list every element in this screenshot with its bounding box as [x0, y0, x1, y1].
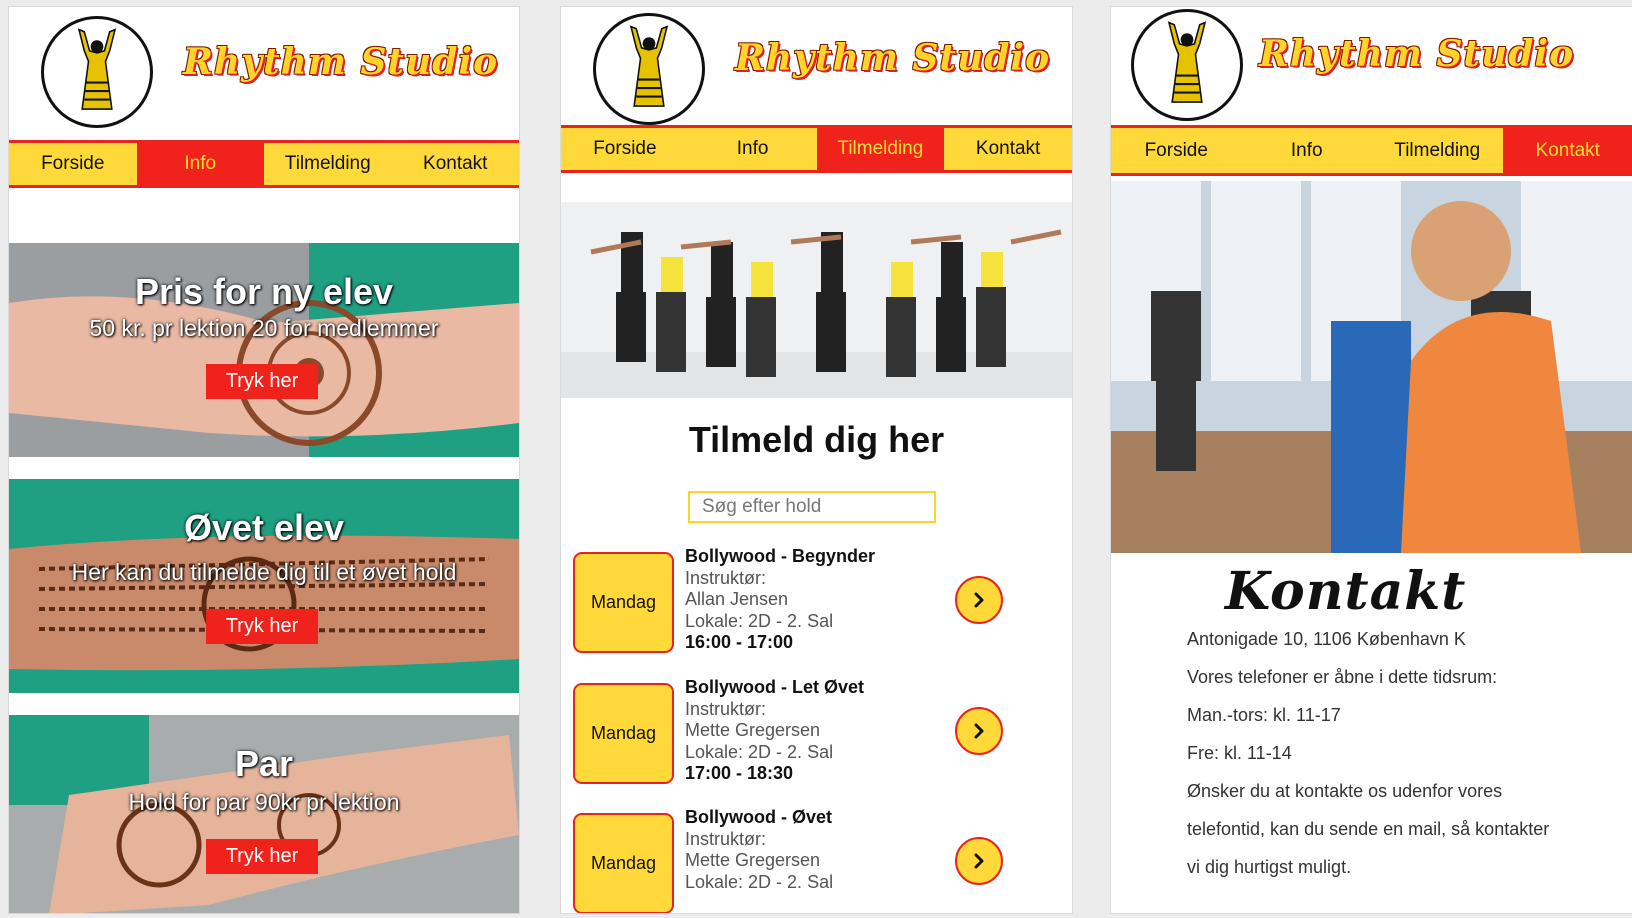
- card-title: Par: [234, 743, 294, 784]
- card-subtitle: Hold for par 90kr pr lektion: [128, 789, 400, 815]
- day-badge: Mandag: [573, 552, 674, 653]
- card-title: Pris for ny elev: [134, 271, 394, 312]
- header: Rhythm Studio: [9, 7, 519, 140]
- card-title: Øvet elev: [183, 507, 345, 548]
- nav-tab-tilmelding[interactable]: Tilmelding: [816, 128, 945, 170]
- nav-tab-forside[interactable]: Forside: [1111, 128, 1242, 173]
- instructor-name: Mette Gregersen: [685, 850, 821, 870]
- price-card: Pris for ny elev 50 kr. pr lektion 20 fo…: [9, 243, 519, 457]
- card-button[interactable]: Tryk her: [206, 364, 318, 399]
- advanced-card: Øvet elev Her kan du tilmelde dig til et…: [9, 479, 519, 693]
- nav-tab-kontakt[interactable]: Kontakt: [944, 128, 1072, 170]
- hours-weekdays-text: Man.-tors: kl. 11-17: [1187, 705, 1341, 725]
- day-badge: Mandag: [573, 683, 674, 784]
- instructor-name: Mette Gregersen: [685, 720, 821, 740]
- info-page-panel: Rhythm Studio Forside Info Tilmelding Ko…: [8, 6, 520, 914]
- chevron-right-icon[interactable]: [955, 707, 1003, 755]
- mail-info-text: telefontid, kan du sende en mail, så kon…: [1187, 819, 1550, 839]
- mail-info-text: vi dig hurtigst muligt.: [1187, 857, 1352, 877]
- contact-page-panel: Rhythm Studio Forside Info Tilmelding Ko…: [1110, 6, 1632, 914]
- chevron-right-icon[interactable]: [955, 837, 1003, 885]
- day-badge: Mandag: [573, 813, 674, 913]
- brand-title[interactable]: Rhythm Studio: [183, 41, 498, 83]
- card-subtitle: Her kan du tilmelde dig til et øvet hold: [71, 559, 457, 585]
- dance-class-image: [561, 202, 1072, 398]
- nav-tab-forside[interactable]: Forside: [561, 128, 689, 170]
- nav-tab-info[interactable]: Info: [688, 128, 817, 170]
- dance-studio-image: [1111, 181, 1632, 553]
- nav-tab-tilmelding[interactable]: Tilmelding: [1372, 128, 1503, 173]
- instructor-label: Instruktør:: [685, 828, 767, 849]
- hours-friday-text: Fre: kl. 11-14: [1187, 743, 1292, 763]
- class-location: Lokale: 2D - 2. Sal: [685, 610, 834, 631]
- class-details: Bollywood - Let Øvet Instruktør: Mette G…: [685, 677, 864, 785]
- brand-title[interactable]: Rhythm Studio: [735, 37, 1050, 79]
- chevron-right-icon[interactable]: [955, 576, 1003, 624]
- mail-info-text: Ønsker du at kontakte os udenfor vores: [1187, 781, 1503, 801]
- class-name: Bollywood - Begynder: [685, 546, 876, 566]
- main-nav: Forside Info Tilmelding Kontakt: [1111, 125, 1632, 176]
- main-nav: Forside Info Tilmelding Kontakt: [561, 125, 1072, 173]
- class-name: Bollywood - Øvet: [685, 807, 833, 827]
- card-button[interactable]: Tryk her: [206, 839, 318, 874]
- studio-logo[interactable]: [593, 13, 705, 125]
- header: Rhythm Studio: [1111, 7, 1632, 125]
- class-time: 17:00 - 18:30: [685, 763, 794, 783]
- class-details: Bollywood - Begynder Instruktør: Allan J…: [685, 546, 875, 654]
- nav-tab-tilmelding[interactable]: Tilmelding: [264, 143, 392, 185]
- class-location: Lokale: 2D - 2. Sal: [685, 741, 834, 762]
- brand-title[interactable]: Rhythm Studio: [1259, 33, 1574, 75]
- nav-tab-kontakt[interactable]: Kontakt: [391, 143, 519, 185]
- card-subtitle: 50 kr. pr lektion 20 for medlemmer: [89, 315, 439, 341]
- card-button[interactable]: Tryk her: [206, 609, 318, 644]
- page-title: Kontakt: [1225, 561, 1467, 622]
- nav-tab-info[interactable]: Info: [1241, 128, 1372, 173]
- main-nav: Forside Info Tilmelding Kontakt: [9, 140, 519, 188]
- header: Rhythm Studio: [561, 7, 1072, 125]
- instructor-name: Allan Jensen: [685, 589, 789, 609]
- class-item[interactable]: Mandag Bollywood - Begynder Instruktør: …: [573, 546, 1053, 662]
- instructor-label: Instruktør:: [685, 567, 767, 588]
- pair-card: Par Hold for par 90kr pr lektion Tryk he…: [9, 715, 519, 913]
- address-text: Antonigade 10, 1106 København K: [1187, 629, 1466, 649]
- search-input[interactable]: [688, 491, 936, 523]
- class-name: Bollywood - Let Øvet: [685, 677, 865, 697]
- nav-tab-info[interactable]: Info: [136, 143, 264, 185]
- nav-tab-kontakt[interactable]: Kontakt: [1502, 128, 1632, 173]
- signup-page-panel: Rhythm Studio Forside Info Tilmelding Ko…: [560, 6, 1073, 914]
- nav-tab-forside[interactable]: Forside: [9, 143, 137, 185]
- phone-intro-text: Vores telefoner er åbne i dette tidsrum:: [1187, 667, 1498, 687]
- page-title: Tilmeld dig her: [688, 419, 945, 460]
- class-location: Lokale: 2D - 2. Sal: [685, 871, 834, 892]
- class-details: Bollywood - Øvet Instruktør: Mette Grege…: [685, 807, 833, 893]
- instructor-label: Instruktør:: [685, 698, 767, 719]
- class-time: 16:00 - 17:00: [685, 632, 794, 652]
- studio-logo[interactable]: [41, 16, 153, 128]
- class-item[interactable]: Mandag Bollywood - Let Øvet Instruktør: …: [573, 677, 1053, 793]
- studio-logo[interactable]: [1131, 9, 1243, 121]
- class-item[interactable]: Mandag Bollywood - Øvet Instruktør: Mett…: [573, 807, 1053, 913]
